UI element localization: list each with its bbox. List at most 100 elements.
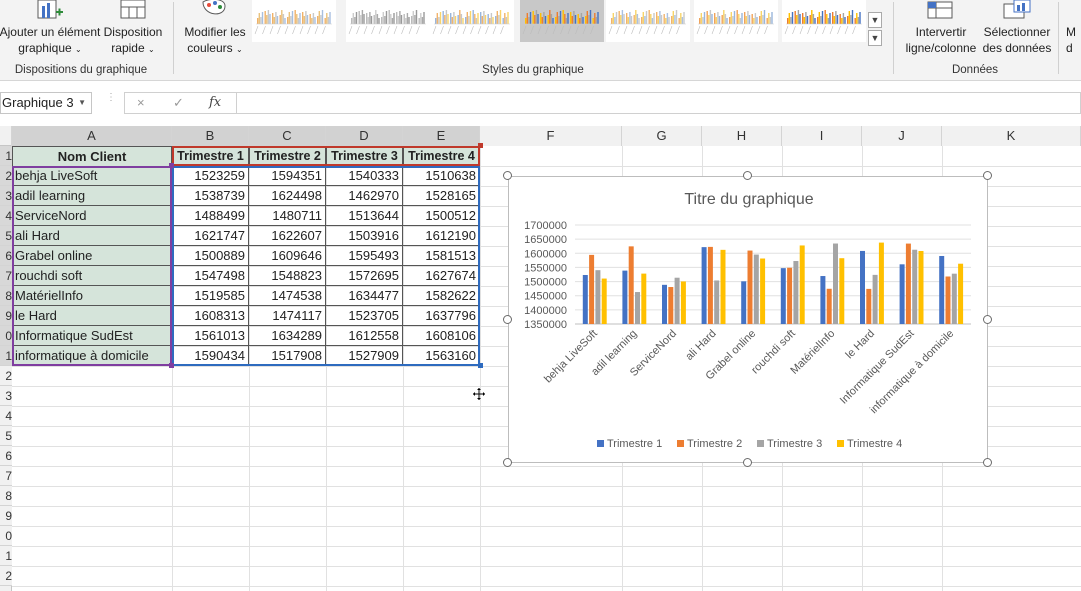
select-data-button[interactable]: Sélectionner des données [980, 24, 1054, 56]
row-header[interactable]: 0 [0, 526, 12, 546]
table-cell-value[interactable]: 1561013 [172, 326, 249, 346]
gallery-scroll-down-button[interactable]: ▼ [868, 12, 882, 28]
table-cell-value[interactable]: 1622607 [249, 226, 326, 246]
chart-title[interactable]: Titre du graphique [684, 191, 813, 208]
table-cell-client[interactable]: MatérielInfo [12, 286, 172, 306]
bar[interactable] [878, 242, 884, 324]
bar[interactable] [747, 250, 753, 324]
table-cell-value[interactable]: 1624498 [249, 186, 326, 206]
name-box[interactable]: Graphique 3 ▼ [0, 92, 92, 114]
row-header[interactable]: 9 [0, 506, 12, 526]
table-cell-value[interactable]: 1474117 [249, 306, 326, 326]
formula-bar-splitter[interactable]: ⋮ [106, 93, 116, 110]
legend-label[interactable]: Trimestre 4 [847, 438, 902, 450]
row-header[interactable]: 5 [0, 226, 12, 246]
chart-style-thumbnail[interactable] [430, 0, 514, 42]
resize-handle[interactable] [503, 171, 512, 180]
column-header[interactable]: A [12, 126, 172, 146]
bar[interactable] [628, 246, 634, 324]
table-cell-value[interactable]: 1528165 [403, 186, 480, 206]
bar[interactable] [833, 243, 838, 324]
table-header-quarter[interactable]: Trimestre 1 [172, 146, 249, 167]
table-cell-value[interactable]: 1513644 [326, 206, 403, 226]
bar[interactable] [582, 274, 588, 324]
table-cell-client[interactable]: le Hard [12, 306, 172, 326]
enter-icon[interactable]: ✓ [173, 95, 184, 111]
chart-style-thumbnail[interactable] [252, 0, 336, 42]
table-cell-value[interactable]: 1517908 [249, 346, 326, 366]
bar[interactable] [912, 249, 918, 324]
chart-style-thumbnail[interactable] [694, 0, 778, 42]
table-header-quarter[interactable]: Trimestre 2 [249, 146, 326, 167]
table-cell-client[interactable]: behja LiveSoft [12, 166, 172, 186]
bar[interactable] [905, 243, 911, 324]
column-header[interactable]: B [172, 126, 249, 146]
row-header[interactable]: 4 [0, 206, 12, 226]
row-header[interactable]: 7 [0, 466, 12, 486]
bar[interactable] [707, 246, 713, 324]
bar[interactable] [939, 255, 945, 324]
resize-handle[interactable] [743, 171, 752, 180]
table-cell-client[interactable]: informatique à domicile [12, 346, 172, 366]
row-header[interactable]: 3 [0, 386, 12, 406]
bar[interactable] [714, 280, 720, 324]
table-cell-client[interactable]: ServiceNord [12, 206, 172, 226]
row-header[interactable]: 1 [0, 346, 12, 366]
bar[interactable] [793, 261, 799, 324]
table-cell-client[interactable]: Informatique SudEst [12, 326, 172, 346]
column-header[interactable]: K [942, 126, 1081, 146]
bar[interactable] [951, 273, 957, 324]
table-cell-value[interactable]: 1590434 [172, 346, 249, 366]
bar[interactable] [760, 258, 766, 324]
table-cell-value[interactable]: 1510638 [403, 166, 480, 186]
bar[interactable] [601, 278, 607, 324]
bar[interactable] [701, 247, 707, 324]
bar[interactable] [635, 292, 640, 324]
table-cell-value[interactable]: 1637796 [403, 306, 480, 326]
bar[interactable] [839, 258, 845, 324]
row-header[interactable]: 1 [0, 546, 12, 566]
switch-row-column-button[interactable]: Intervertir ligne/colonne [900, 24, 982, 56]
table-cell-value[interactable]: 1547498 [172, 266, 249, 286]
table-cell-client[interactable]: adil learning [12, 186, 172, 206]
row-header[interactable]: 0 [0, 326, 12, 346]
bar[interactable] [720, 249, 726, 324]
partial-ribbon-button[interactable]: M d [1066, 24, 1081, 56]
range-handle[interactable] [169, 163, 174, 168]
table-cell-value[interactable]: 1523705 [326, 306, 403, 326]
row-header[interactable]: 6 [0, 446, 12, 466]
table-cell-value[interactable]: 1538739 [172, 186, 249, 206]
select-all-corner[interactable] [0, 126, 12, 146]
table-cell-client[interactable]: rouchdi soft [12, 266, 172, 286]
chart-style-thumbnail[interactable] [606, 0, 690, 42]
table-cell-client[interactable]: ali Hard [12, 226, 172, 246]
bar[interactable] [668, 287, 674, 324]
table-cell-value[interactable]: 1523259 [172, 166, 249, 186]
gallery-more-button[interactable]: ▼ [868, 30, 882, 46]
row-header[interactable]: 9 [0, 306, 12, 326]
table-header-client[interactable]: Nom Client [12, 146, 172, 167]
range-handle[interactable] [169, 363, 174, 368]
bar[interactable] [622, 270, 628, 324]
table-cell-value[interactable]: 1527909 [326, 346, 403, 366]
table-cell-value[interactable]: 1572695 [326, 266, 403, 286]
column-header[interactable]: H [702, 126, 782, 146]
table-cell-value[interactable]: 1634477 [326, 286, 403, 306]
table-header-quarter[interactable]: Trimestre 3 [326, 146, 403, 167]
bar[interactable] [741, 281, 747, 324]
legend-label[interactable]: Trimestre 3 [767, 438, 822, 450]
table-header-quarter[interactable]: Trimestre 4 [403, 146, 480, 167]
change-colors-button[interactable]: Modifier les couleurs ⌄ [180, 24, 250, 58]
resize-handle[interactable] [983, 314, 992, 324]
bar[interactable] [787, 267, 793, 324]
resize-handle[interactable] [983, 458, 992, 467]
column-header[interactable]: I [782, 126, 862, 146]
row-header[interactable]: 1 [0, 146, 12, 166]
table-cell-value[interactable]: 1540333 [326, 166, 403, 186]
bar[interactable] [780, 268, 786, 324]
cancel-icon[interactable]: × [137, 95, 145, 110]
legend-label[interactable]: Trimestre 1 [607, 438, 662, 450]
bar[interactable] [872, 274, 878, 324]
table-cell-value[interactable]: 1480711 [249, 206, 326, 226]
table-cell-value[interactable]: 1634289 [249, 326, 326, 346]
